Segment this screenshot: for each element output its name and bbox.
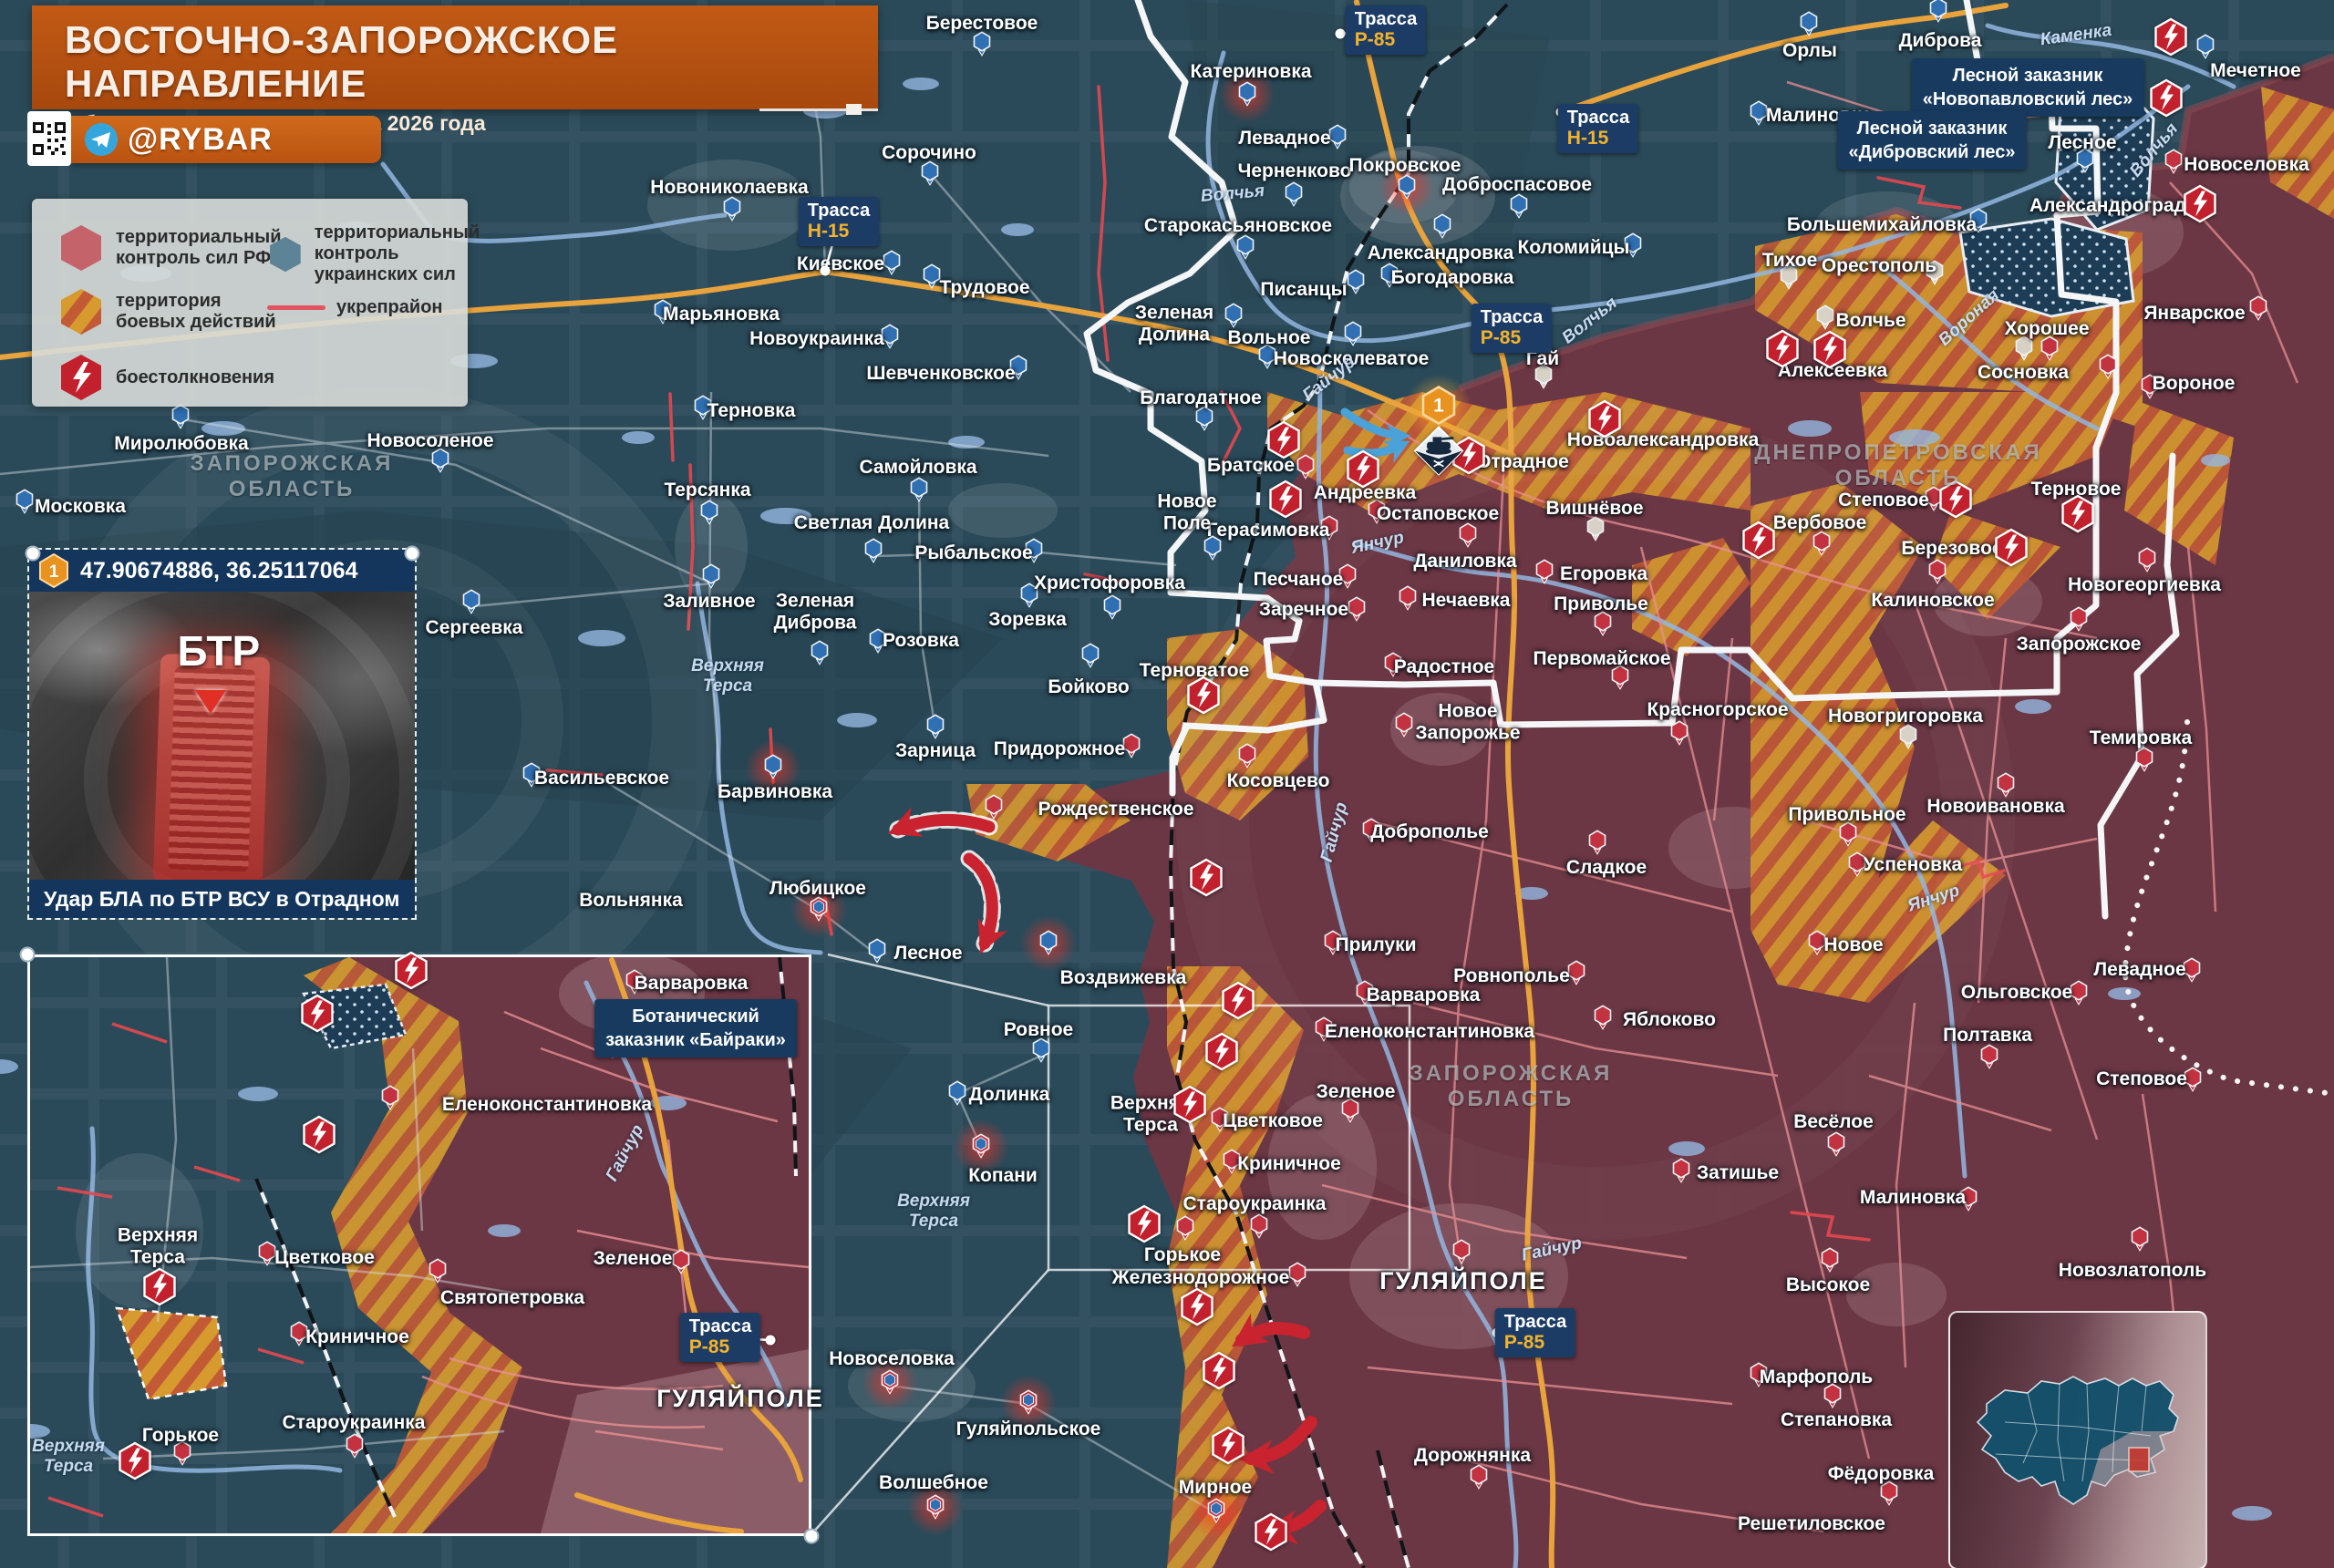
legend-label: укрепрайон <box>336 297 442 318</box>
map-canvas: 1 47.90674886, 36.25117064 БТР Удар БЛА … <box>0 0 2334 1568</box>
btr-vehicle-highlight <box>153 654 271 880</box>
target-pointer-icon <box>195 690 226 714</box>
qr-code <box>27 111 71 166</box>
map-title: ВОСТОЧНО-ЗАПОРОЖСКОЕ НАПРАВЛЕНИЕ <box>65 18 878 106</box>
legend-label: территориальный контроль украинских сил <box>315 222 491 285</box>
zoom-inset-background <box>30 957 809 1533</box>
banner-underline-cap <box>846 104 862 115</box>
telegram-icon <box>84 122 119 157</box>
inset-corner-marker <box>26 546 41 562</box>
ukraine-minimap <box>1948 1311 2207 1568</box>
brand-strip: @RYBAR <box>71 116 381 163</box>
svg-text:1: 1 <box>49 562 59 582</box>
photo-header: 1 47.90674886, 36.25117064 <box>29 550 415 592</box>
inset-corner-marker <box>804 1529 820 1544</box>
legend-ukraine-hex-icon <box>267 229 304 280</box>
strike-coordinates: 47.90674886, 36.25117064 <box>80 558 357 584</box>
legend-fortline-icon <box>267 305 325 310</box>
strike-photo-inset: 1 47.90674886, 36.25117064 БТР Удар БЛА … <box>29 550 415 918</box>
photo-caption: Удар БЛА по БТР ВСУ в Отрадном <box>29 880 415 918</box>
legend-clash-hex-icon <box>57 352 105 403</box>
brand-handle: @RYBAR <box>128 122 273 158</box>
legend-label: территория боевых действий <box>116 291 276 333</box>
inset-corner-marker <box>20 947 36 963</box>
strike-photo: БТР <box>29 592 415 880</box>
legend-russia-hex-icon <box>57 222 105 273</box>
legend: территориальный контроль сил РФ территор… <box>32 199 468 407</box>
legend-label: боестолкновения <box>116 367 274 388</box>
inset-corner-marker <box>405 546 420 562</box>
zoom-inset-map <box>27 954 811 1536</box>
marker-1-icon: 1 <box>38 553 69 588</box>
title-banner: ВОСТОЧНО-ЗАПОРОЖСКОЕ НАПРАВЛЕНИЕ Обстано… <box>32 5 878 109</box>
legend-label: территориальный контроль сил РФ <box>116 227 281 269</box>
btr-label: БТР <box>178 626 261 676</box>
legend-combat-hex-icon <box>57 286 105 337</box>
